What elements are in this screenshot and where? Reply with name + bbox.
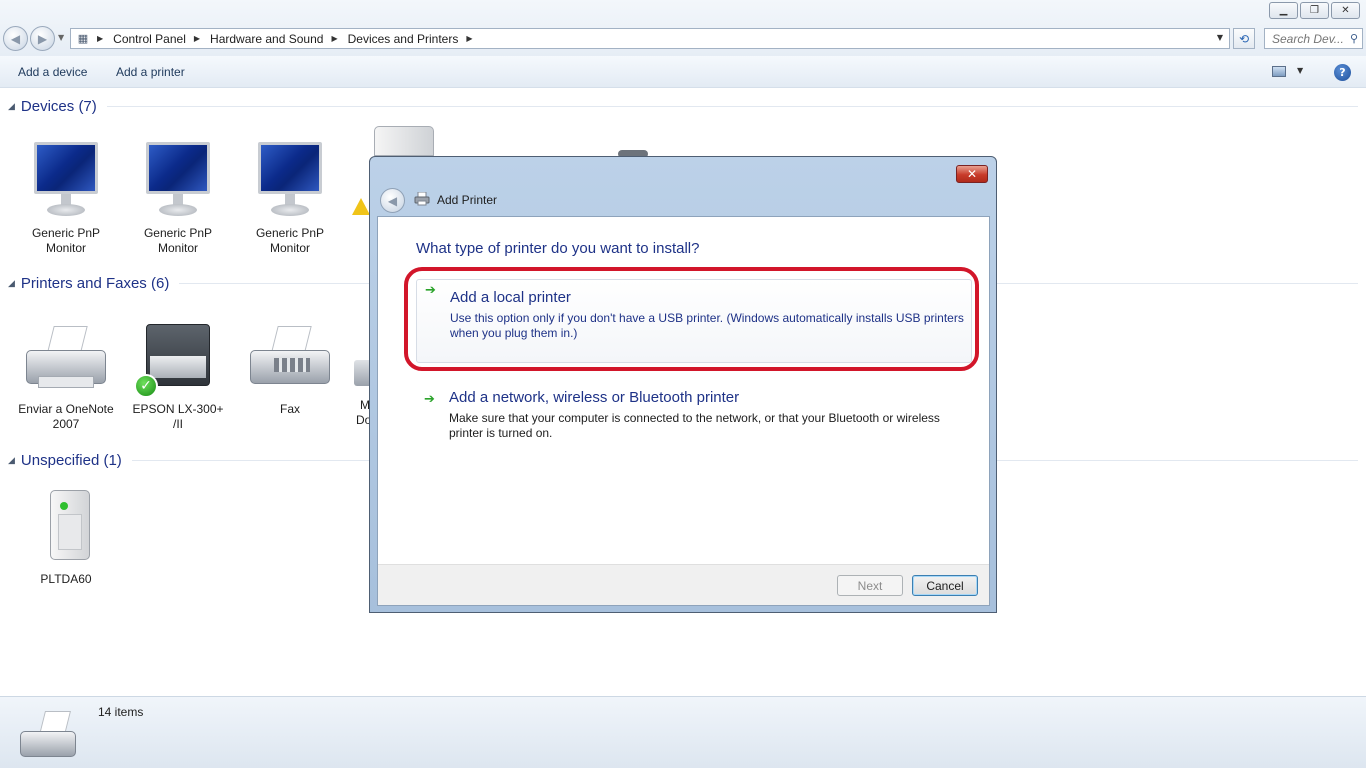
group-title: Unspecified (1) <box>20 452 122 469</box>
back-arrow-icon: ◀ <box>10 31 21 46</box>
dialog-close-button[interactable]: ✕ <box>956 165 988 183</box>
device-partially-hidden[interactable] <box>374 126 434 156</box>
forward-button[interactable]: ▶ <box>30 26 55 51</box>
printer-label: Fax <box>279 402 300 416</box>
help-icon[interactable]: ? <box>1334 64 1351 81</box>
green-arrow-icon: ➔ <box>424 392 435 407</box>
forward-arrow-icon: ▶ <box>37 31 48 46</box>
monitor-icon <box>255 142 325 224</box>
next-button[interactable]: Next <box>837 575 903 596</box>
monitor-icon <box>143 142 213 224</box>
device-generic-pnp-monitor-2[interactable]: Generic PnP Monitor <box>128 142 228 256</box>
group-title: Printers and Faxes (6) <box>20 275 170 292</box>
collapse-triangle-icon[interactable]: ◢ <box>8 456 15 466</box>
dialog-content: What type of printer do you want to inst… <box>377 216 990 606</box>
refresh-icon: ⟲ <box>1238 31 1250 46</box>
close-window-button[interactable]: ✕ <box>1331 2 1360 19</box>
printer-label: Enviar a OneNote <box>18 402 114 416</box>
change-view-icon[interactable] <box>1272 66 1286 77</box>
view-options-dropdown[interactable]: ▼ <box>1297 66 1303 75</box>
dialog-heading: What type of printer do you want to inst… <box>416 240 700 257</box>
fax-icon <box>244 318 336 400</box>
collapse-triangle-icon[interactable]: ◢ <box>8 279 15 289</box>
devices-and-printers-icon <box>18 707 82 763</box>
recent-pages-dropdown[interactable]: ▼ <box>58 33 64 42</box>
title-bar: ▁ ❐ ✕ ◀ ▶ ▼ ▦ ▶ Control Panel ▶ Hardware … <box>0 0 1366 56</box>
device-label: Monitor <box>269 241 310 255</box>
printer-icon <box>414 192 430 206</box>
device-label: Generic PnP <box>255 226 325 240</box>
add-network-printer-option[interactable]: ➔ Add a network, wireless or Bluetooth p… <box>416 389 972 445</box>
device-generic-pnp-monitor-1[interactable]: Generic PnP Monitor <box>16 142 116 256</box>
device-pltda60[interactable]: PLTDA60 <box>16 488 116 587</box>
breadcrumb-root-arrow[interactable]: ▶ <box>97 34 113 43</box>
device-generic-pnp-monitor-3[interactable]: Generic PnP Monitor <box>240 142 340 256</box>
red-highlight-annotation <box>404 267 979 371</box>
window-controls: ▁ ❐ ✕ <box>1269 2 1360 19</box>
address-dropdown-arrow[interactable]: ▼ <box>1217 33 1223 42</box>
default-printer-check-icon: ✓ <box>134 374 158 398</box>
minimize-button[interactable]: ▁ <box>1269 2 1298 19</box>
back-arrow-icon: ◀ <box>387 193 398 208</box>
printer-label: /II <box>172 417 183 431</box>
breadcrumb-label: Devices and Printers <box>347 31 459 46</box>
monitor-icon <box>31 142 101 224</box>
control-panel-icon: ▦ <box>77 32 89 45</box>
printer-label: 2007 <box>52 417 80 431</box>
group-title: Devices (7) <box>20 98 97 115</box>
breadcrumb-hardware-and-sound[interactable]: Hardware and Sound ▶ <box>210 32 348 46</box>
dialog-footer: Next Cancel <box>378 564 989 605</box>
dialog-back-button[interactable]: ◀ <box>380 188 405 213</box>
refresh-button[interactable]: ⟲ <box>1233 28 1255 49</box>
group-header-devices[interactable]: ◢ Devices (7) <box>8 98 1358 115</box>
back-button[interactable]: ◀ <box>3 26 28 51</box>
device-label: Generic PnP <box>31 226 101 240</box>
collapse-triangle-icon[interactable]: ◢ <box>8 102 15 112</box>
device-label: Generic PnP <box>143 226 213 240</box>
breadcrumb-label: Hardware and Sound <box>210 31 324 46</box>
item-count: 14 items <box>98 705 144 719</box>
group-divider <box>106 106 1358 107</box>
search-input[interactable] <box>1272 31 1344 46</box>
command-bar: Add a device Add a printer ▼ <box>0 56 1366 88</box>
device-label: Monitor <box>45 241 86 255</box>
printer-label: EPSON LX-300+ <box>132 402 224 416</box>
option-title: Add a network, wireless or Bluetooth pri… <box>449 389 740 406</box>
status-bar: 14 items <box>0 696 1366 768</box>
add-printer-button[interactable]: Add a printer <box>116 65 185 79</box>
search-icon[interactable]: ⚲ <box>1350 32 1358 45</box>
cancel-button[interactable]: Cancel <box>912 575 978 596</box>
breadcrumb-label: Control Panel <box>113 31 186 46</box>
printer-enviar-a-onenote[interactable]: Enviar a OneNote 2007 <box>16 318 116 432</box>
printer-icon <box>20 318 112 400</box>
device-label: PLTDA60 <box>40 572 92 586</box>
restore-button[interactable]: ❐ <box>1300 2 1329 19</box>
server-icon <box>36 488 96 570</box>
printer-epson-lx-300[interactable]: ✓ EPSON LX-300+ /II <box>128 318 228 432</box>
breadcrumb-control-panel[interactable]: Control Panel ▶ <box>113 32 210 46</box>
printer-default-icon: ✓ <box>132 318 224 400</box>
address-bar[interactable]: ▦ ▶ Control Panel ▶ Hardware and Sound ▶ D… <box>70 28 1230 49</box>
dialog-title: Add Printer <box>437 193 498 207</box>
add-printer-dialog: ✕ ◀ Add Printer What type of printer do … <box>369 156 997 613</box>
option-description: Make sure that your computer is connecte… <box>449 411 940 440</box>
add-device-button[interactable]: Add a device <box>18 65 87 79</box>
search-box[interactable]: ⚲ <box>1264 28 1363 49</box>
breadcrumb-devices-and-printers[interactable]: Devices and Printers ▶ <box>348 32 483 46</box>
device-label: Monitor <box>157 241 198 255</box>
warning-icon <box>352 198 370 215</box>
printer-fax[interactable]: Fax <box>240 318 340 417</box>
